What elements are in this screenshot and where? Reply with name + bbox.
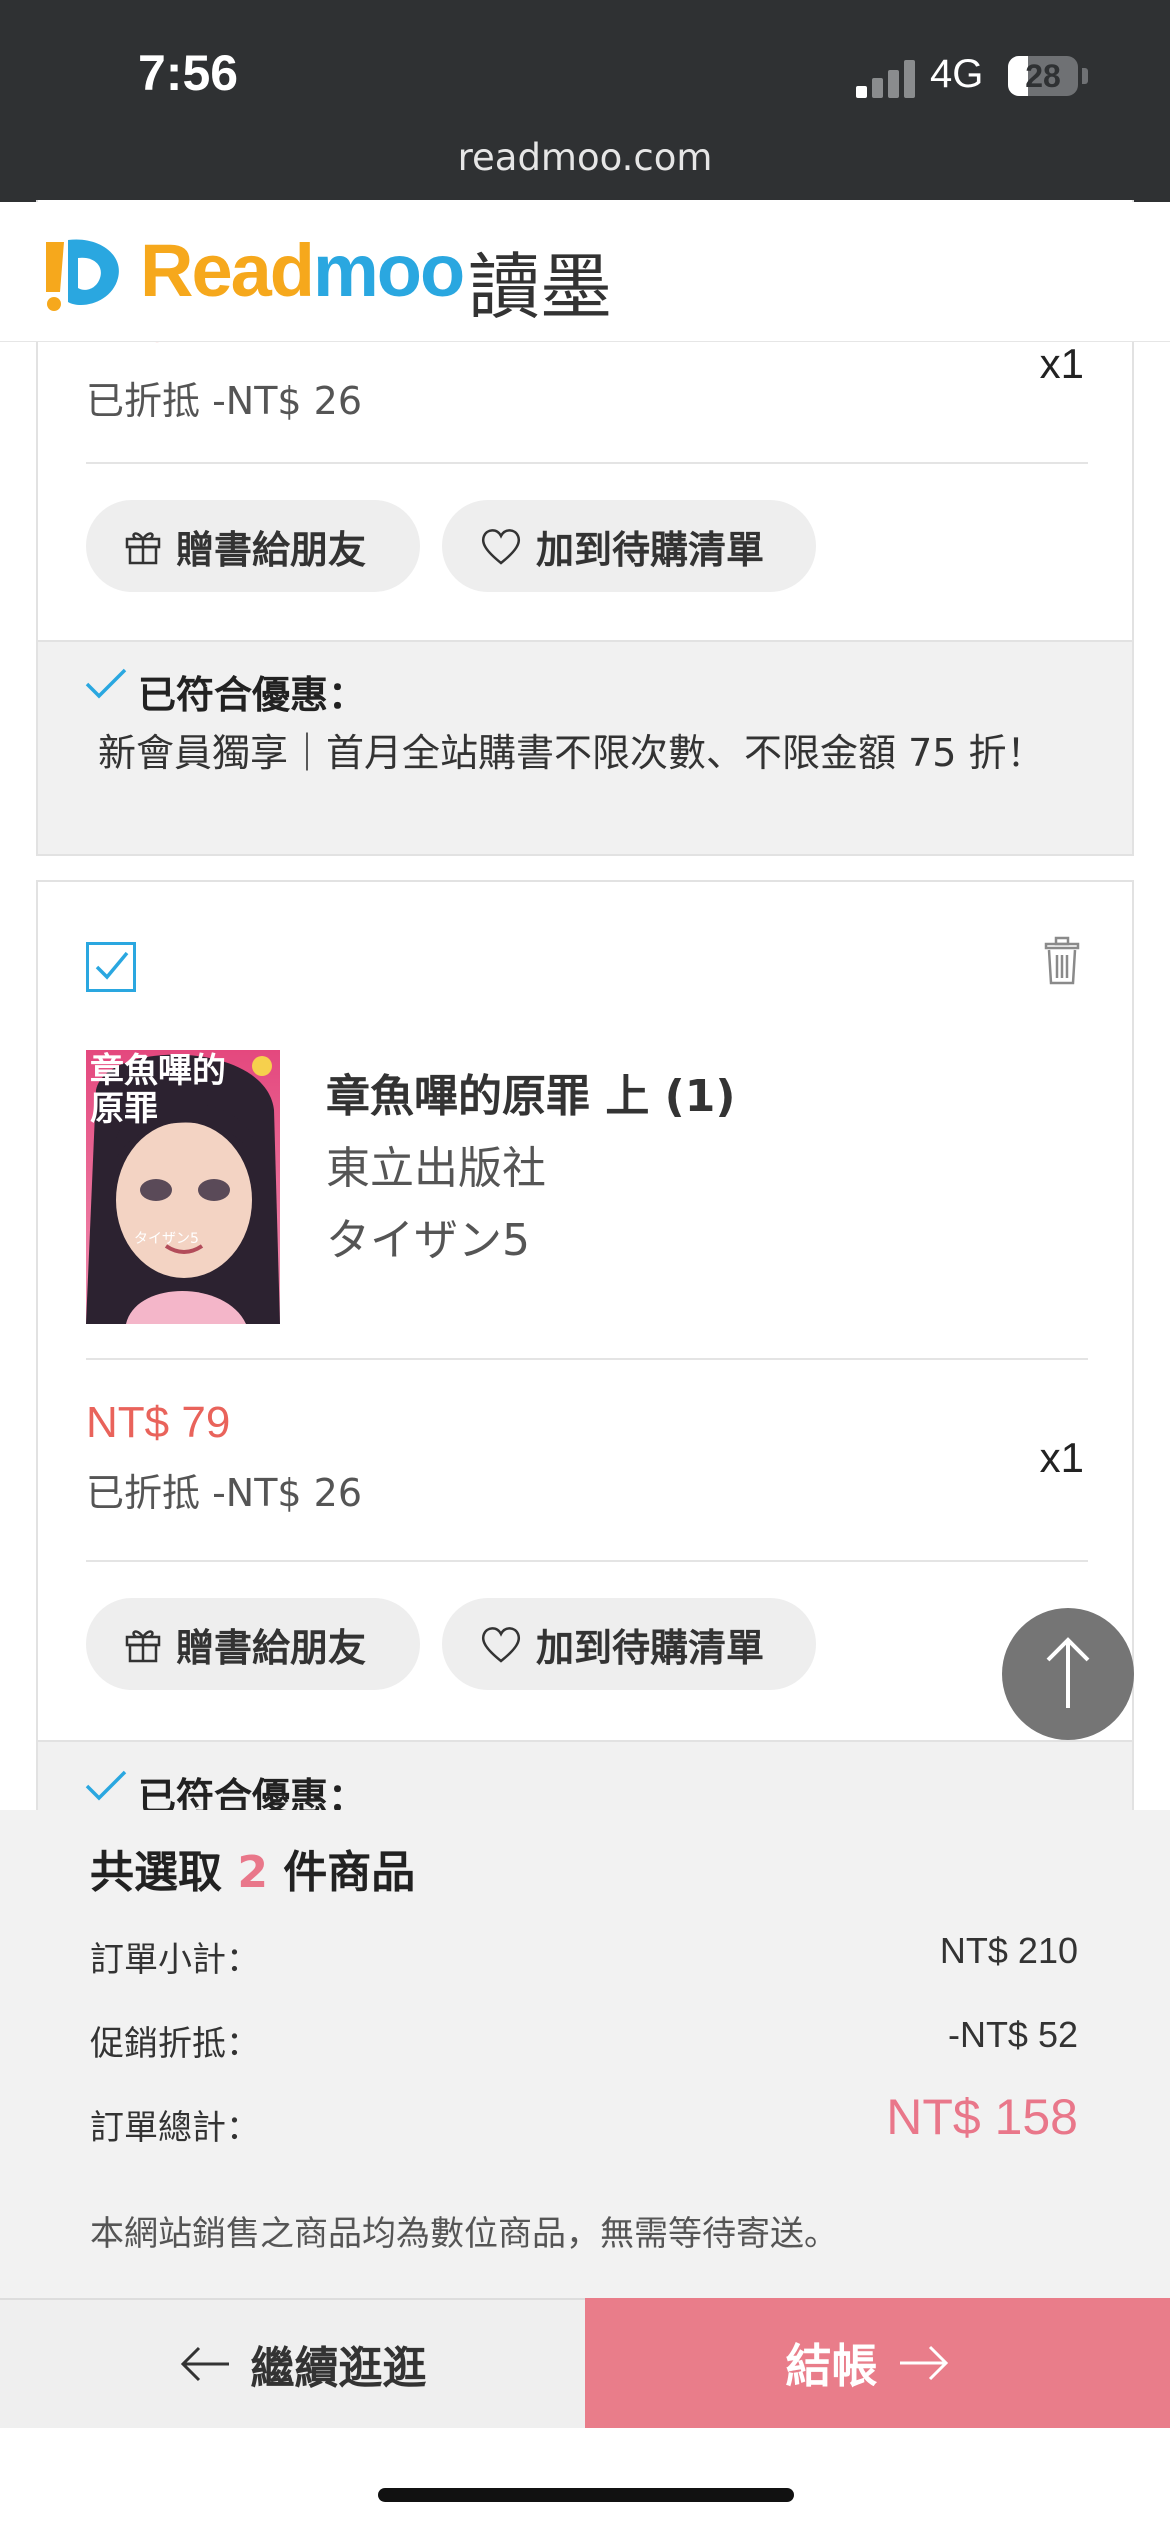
site-header: Readmoo 讀墨	[0, 202, 1170, 342]
arrow-left-icon	[180, 2346, 229, 2382]
checkout-label: 結帳	[785, 2339, 878, 2393]
divider	[86, 1560, 1088, 1562]
promo-title: 已符合優惠：	[138, 673, 367, 717]
total-value: NT$ 158	[886, 2089, 1078, 2145]
heart-icon	[482, 1627, 520, 1663]
status-bar: 7:56 4G 28 readmoo.com	[0, 0, 1170, 202]
gift-icon	[125, 1630, 161, 1663]
cart-item-card: 章魚嗶的原罪 タイザン5 章魚嗶的原罪 上 (1) 東立出版社 タイザン5 NT…	[36, 880, 1134, 1840]
checkout-button[interactable]: 結帳	[585, 2298, 1170, 2428]
divider	[86, 462, 1088, 464]
promo-discount-value: -NT$ 52	[947, 2014, 1078, 2055]
book-publisher: 東立出版社	[326, 1143, 546, 1194]
order-summary: 共選取 2 件商品 訂單小計： NT$ 210 促銷折抵： -NT$ 52 訂單…	[0, 1810, 1170, 2298]
promo-discount-label: 促銷折抵：	[90, 2024, 260, 2064]
network-type: 4G	[930, 52, 984, 96]
arrow-up-icon	[1046, 1637, 1090, 1708]
item-select-checkbox[interactable]	[86, 942, 136, 992]
book-cover-image[interactable]: 章魚嗶的原罪 タイザン5	[86, 1050, 280, 1324]
total-label: 訂單總計：	[90, 2108, 260, 2148]
gift-button-label: 贈書給朋友	[176, 527, 367, 572]
battery-percent: 28	[1025, 58, 1061, 94]
cover-author: タイザン5	[134, 1231, 199, 1247]
battery-icon: 28	[1008, 56, 1078, 96]
count-suffix: 件商品	[283, 1847, 416, 1898]
count-prefix: 共選取	[90, 1847, 222, 1898]
item-quantity: x1	[1039, 1434, 1084, 1481]
divider	[86, 1358, 1088, 1360]
count-number: 2	[237, 1847, 268, 1898]
signal-strength-icon	[856, 60, 916, 98]
promo-text: 新會員獨享｜首月全站購書不限次數、不限金額 75 折！	[98, 731, 1045, 775]
bottom-action-bar: 繼續逛逛 結帳	[0, 2298, 1170, 2428]
subtotal-value: NT$ 210	[939, 1930, 1078, 1971]
book-author: タイザン5	[326, 1215, 530, 1266]
home-indicator[interactable]	[378, 2488, 794, 2502]
check-icon	[85, 668, 127, 699]
gift-icon	[125, 532, 161, 565]
logo-text-moo: moo	[312, 229, 465, 312]
address-bar-url[interactable]: readmoo.com	[0, 136, 1170, 179]
cover-title: 章魚嗶的原罪	[90, 1051, 226, 1129]
item-discount: 已折抵 -NT$ 26	[86, 379, 363, 423]
continue-shopping-label: 繼續逛逛	[250, 2343, 427, 2394]
selected-count: 共選取 2 件商品	[90, 1836, 415, 1900]
arrow-right-icon	[899, 2345, 948, 2381]
item-quantity: x1	[1039, 340, 1084, 387]
gift-button-label: 贈書給朋友	[176, 1625, 367, 1670]
wishlist-button-label: 加到待購清單	[536, 527, 765, 572]
promo-box: 已符合優惠： 新會員獨享｜首月全站購書不限次數、不限金額 75 折！	[38, 640, 1132, 854]
gift-to-friend-button[interactable]: 贈書給朋友	[86, 500, 420, 592]
logo-text-read: Read	[140, 229, 315, 312]
add-to-wishlist-button[interactable]: 加到待購清單	[442, 1598, 816, 1690]
readmoo-logo-icon[interactable]	[38, 232, 128, 316]
logo-text[interactable]: Readmoo	[140, 228, 465, 313]
checkmark-icon	[95, 951, 129, 980]
check-icon	[85, 1770, 127, 1801]
continue-shopping-button[interactable]: 繼續逛逛	[0, 2298, 585, 2428]
gift-to-friend-button[interactable]: 贈書給朋友	[86, 1598, 420, 1690]
item-discount: 已折抵 -NT$ 26	[86, 1471, 363, 1515]
trash-icon[interactable]	[1042, 936, 1082, 986]
heart-icon	[482, 529, 520, 565]
book-title[interactable]: 章魚嗶的原罪 上 (1)	[326, 1060, 735, 1124]
battery-cap	[1082, 68, 1088, 84]
subtotal-label: 訂單小計：	[90, 1940, 260, 1980]
digital-goods-note: 本網站銷售之商品均為數位商品，無需等待寄送。	[90, 2214, 838, 2254]
wishlist-button-label: 加到待購清單	[536, 1625, 765, 1670]
item-price: NT$ 79	[86, 1398, 231, 1447]
add-to-wishlist-button[interactable]: 加到待購清單	[442, 500, 816, 592]
logo-chinese-text: 讀墨	[468, 245, 613, 329]
scroll-to-top-button[interactable]	[1002, 1608, 1134, 1740]
status-time: 7:56	[138, 45, 239, 101]
